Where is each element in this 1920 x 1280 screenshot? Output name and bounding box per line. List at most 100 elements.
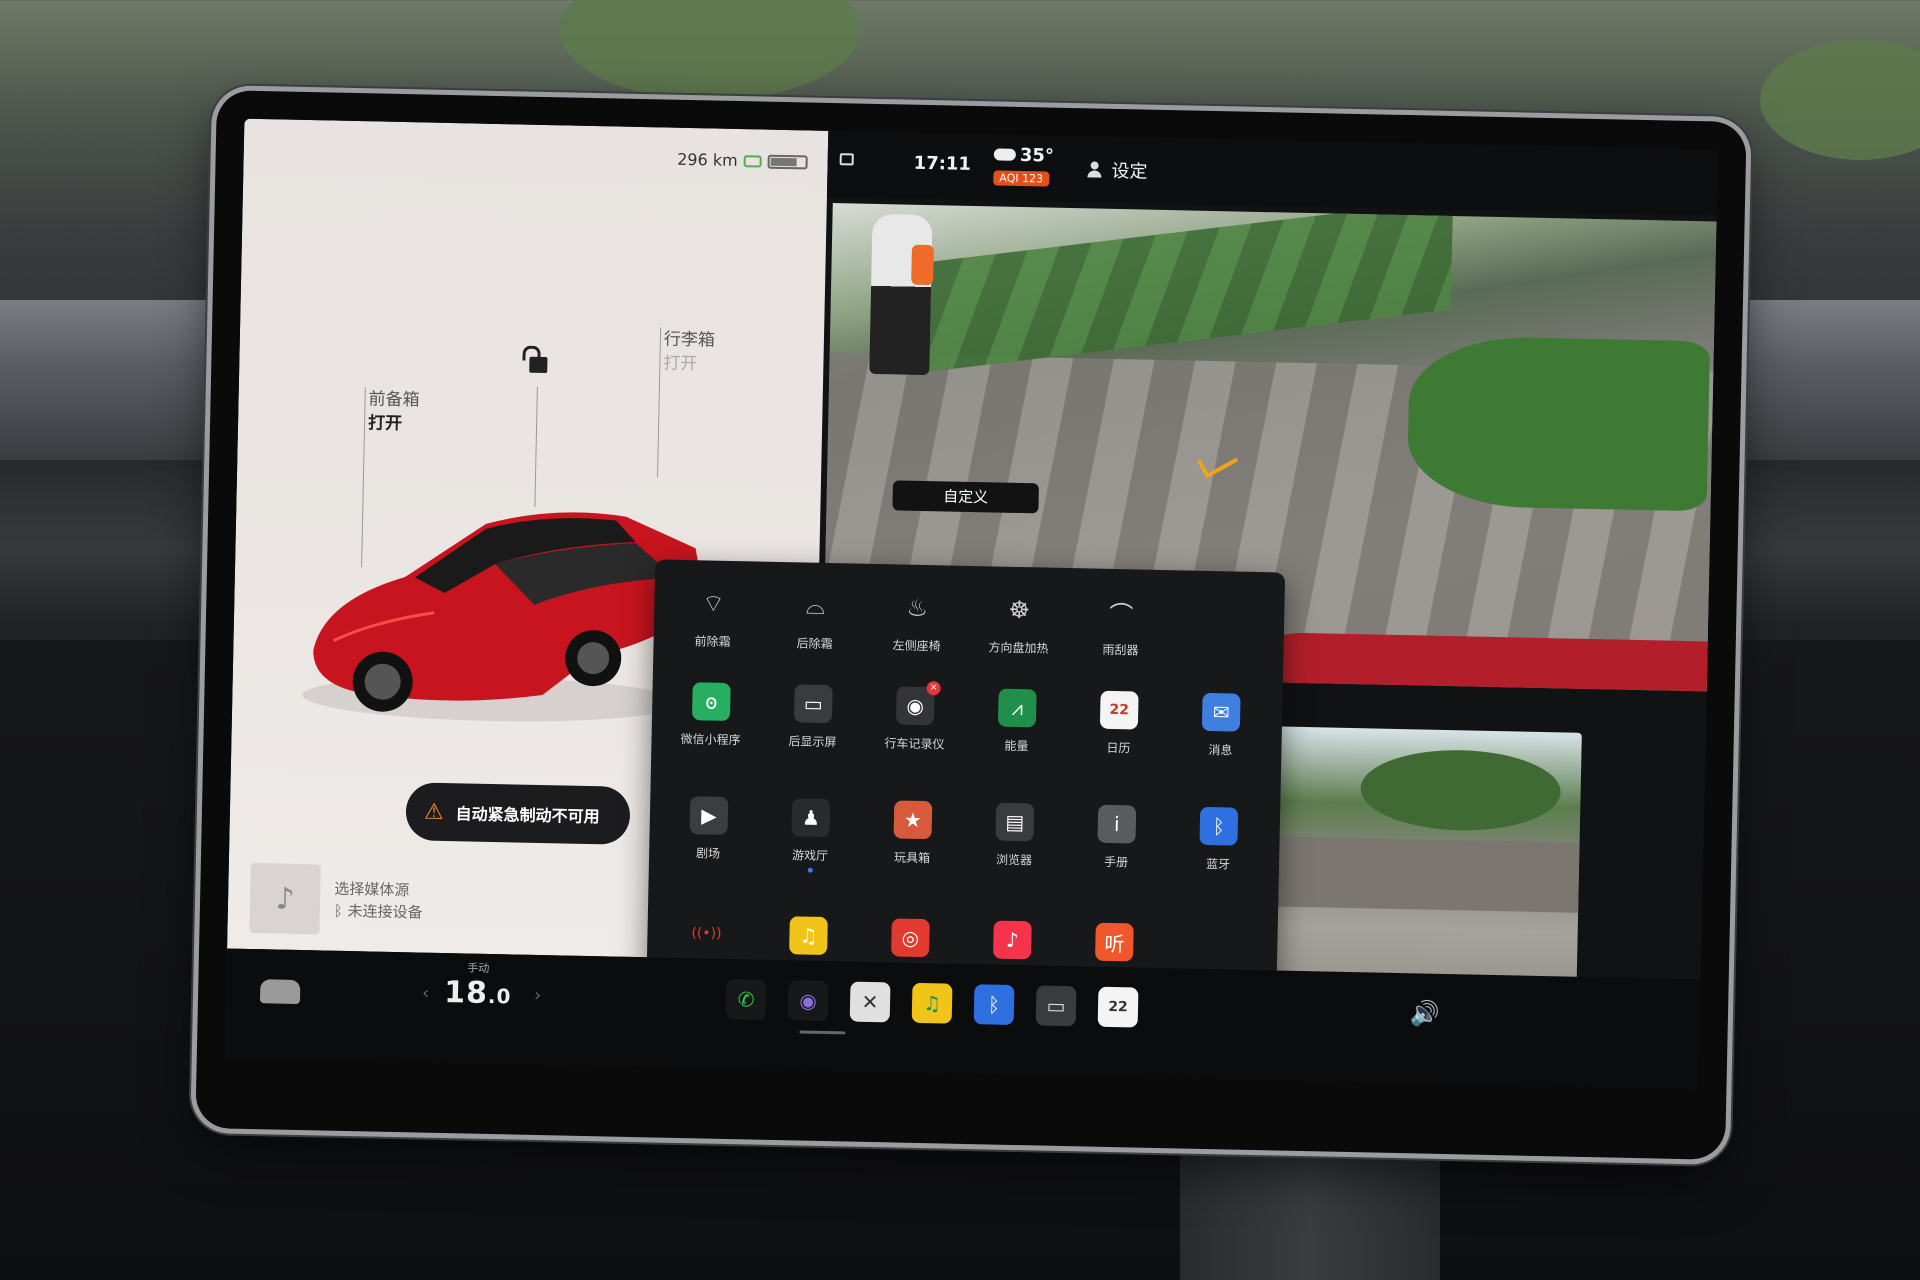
- launcher-item-calendar[interactable]: 22 日历: [1067, 690, 1170, 757]
- rear-display-icon: ▭: [793, 684, 833, 724]
- netease-music-icon: ◎: [891, 918, 930, 958]
- wiper-icon: ⌒: [1108, 600, 1134, 629]
- launcher-item-wiper[interactable]: ⌒ 雨刮器: [1069, 592, 1172, 659]
- launcher-item-label: 剧场: [695, 846, 721, 861]
- launcher-item-theater[interactable]: ▶ 剧场: [657, 795, 761, 871]
- camera-wall: [1238, 835, 1580, 913]
- weather[interactable]: 35° AQI 123: [993, 144, 1054, 187]
- battery-icon: [767, 154, 808, 169]
- dock-rear-display-icon[interactable]: ▭: [1035, 985, 1077, 1027]
- launcher-item-label: 能量: [1004, 738, 1029, 754]
- camera-hedge-wall: [929, 203, 1454, 372]
- launcher-item-label: 玩具箱: [893, 850, 931, 866]
- apps-row: ꙩ 微信小程序 ▭ 后显示屏 ◉ × 行车记录仪 ⩘ 能量 22 日历 ✉ 消息: [659, 681, 1274, 760]
- trunk-leader-line: [657, 327, 662, 478]
- launcher-item-wechat-miniprogram[interactable]: ꙩ 微信小程序: [659, 682, 762, 749]
- launcher-item-label: 后显示屏: [788, 734, 837, 750]
- dock-qq-music-icon[interactable]: ♫: [911, 982, 953, 1024]
- status-bar: 17:11 35° AQI 123 设定: [826, 130, 1719, 216]
- launcher-item-browser[interactable]: ▤ 浏览器: [963, 802, 1067, 878]
- theater-icon: ▶: [689, 796, 729, 835]
- frunk-open-button[interactable]: 打开: [368, 411, 419, 436]
- camera-pedestrian: [869, 213, 933, 376]
- launcher-item-manual[interactable]: i 手册: [1065, 804, 1169, 880]
- launcher-item-label: 蓝牙: [1205, 856, 1231, 872]
- frunk-control[interactable]: 前备箱 打开: [368, 387, 420, 436]
- launcher-item-seat-heater[interactable]: ♨ 左侧座椅: [865, 588, 968, 655]
- dock-bluetooth-icon[interactable]: ᛒ: [973, 984, 1015, 1025]
- cloud-icon: [993, 148, 1016, 161]
- bluetooth-icon: ᛒ: [1199, 806, 1239, 846]
- camera-car-hood: [1222, 631, 1717, 692]
- launcher-item-label: 雨刮器: [1102, 642, 1139, 658]
- user-icon: [1087, 161, 1101, 177]
- dashcam-icon: ◉ ×: [895, 681, 941, 726]
- media-player[interactable]: ♪ 选择媒体源 ᛒ 未连接设备: [249, 862, 423, 937]
- launcher-item-steering-heat[interactable]: ☸ 方向盘加热: [967, 590, 1070, 657]
- rear-defrost-icon: ⌓: [805, 591, 826, 620]
- radio-icon: ((•)): [687, 914, 726, 953]
- trunk-open-button[interactable]: 打开: [663, 352, 714, 377]
- car-icon[interactable]: [259, 979, 301, 1005]
- launcher-item-dashcam[interactable]: ◉ × 行车记录仪: [863, 681, 966, 753]
- settings-label: 设定: [1111, 160, 1148, 183]
- error-badge-icon: ×: [926, 681, 941, 696]
- temp-decimal: .0: [487, 983, 512, 1009]
- dock-apps: ✆ ◉ ✕ ♫ ᛒ ▭ 22: [725, 978, 1139, 1028]
- launcher-item-label: 前除霜: [694, 634, 731, 649]
- lock-icon[interactable]: [839, 153, 854, 166]
- launcher-item-arcade[interactable]: ♟ 游戏厅: [759, 798, 863, 874]
- arcade-icon: ♟: [791, 798, 831, 838]
- launcher-item-label: 消息: [1208, 743, 1233, 758]
- customize-button[interactable]: 自定义: [892, 480, 1039, 514]
- temp-up-icon[interactable]: ›: [534, 985, 542, 1006]
- unlock-icon[interactable]: [529, 356, 548, 374]
- dock-calendar-icon[interactable]: 22: [1097, 986, 1139, 1028]
- camera-grass: [1406, 335, 1711, 512]
- media-source-label[interactable]: 选择媒体源: [334, 878, 423, 902]
- aeb-warning-button[interactable]: ⚠ 自动紧急制动不可用: [405, 782, 631, 845]
- launcher-item-label: 手册: [1103, 854, 1129, 870]
- profile-settings[interactable]: 设定: [1087, 156, 1148, 183]
- background-tree: [560, 0, 860, 100]
- camera-view-secondary[interactable]: [1236, 725, 1582, 983]
- launcher-item-energy[interactable]: ⩘ 能量: [965, 688, 1068, 755]
- launcher-item-toybox[interactable]: ★ 玩具箱: [861, 800, 965, 876]
- climate-controls-row: ⌔ 前除霜 ⌓ 后除霜 ♨ 左侧座椅 ☸ 方向盘加热 ⌒ 雨刮器: [661, 584, 1276, 662]
- launcher-item-label: 行车记录仪: [884, 736, 945, 752]
- battery-range: 296 km: [677, 150, 808, 172]
- ximalaya-icon: 听: [1094, 922, 1134, 962]
- launcher-item-bluetooth[interactable]: ᛒ 蓝牙: [1167, 806, 1271, 882]
- launcher-item-messages[interactable]: ✉ 消息: [1169, 692, 1272, 759]
- bluetooth-small-icon: ᛒ: [333, 901, 348, 921]
- dock-active-indicator: [799, 1030, 846, 1035]
- apps-row: ▶ 剧场 ♟ 游戏厅 ★ 玩具箱 ▤ 浏览器 i 手册 ᛒ 蓝牙: [657, 795, 1272, 882]
- launcher-item-label: 日历: [1106, 740, 1131, 756]
- trunk-control[interactable]: 行李箱 打开: [663, 328, 715, 377]
- aeb-warning-icon: ⚠: [423, 799, 444, 825]
- cabin-temperature[interactable]: 手动 18.0: [444, 959, 512, 1011]
- launcher-item-label: 微信小程序: [680, 731, 741, 748]
- launcher-item-rear-defrost[interactable]: ⌓ 后除霜: [763, 586, 866, 653]
- toybox-icon: ★: [893, 800, 933, 840]
- messages-icon: ✉: [1201, 692, 1241, 732]
- browser-icon: ▤: [995, 802, 1035, 842]
- temp-down-icon[interactable]: ‹: [422, 983, 430, 1004]
- clock: 17:11: [913, 152, 972, 175]
- trunk-label: 行李箱: [663, 329, 716, 351]
- touchscreen: 296 km 前备箱 打开 行李箱 打开 ⚠ 自动紧急制动不可用 ♪ 选择媒体源…: [224, 118, 1719, 1090]
- volume-icon[interactable]: 🔊: [1410, 999, 1440, 1028]
- manual-icon: i: [1097, 804, 1137, 844]
- launcher-item-label: 浏览器: [995, 852, 1033, 868]
- launcher-item-label: 左侧座椅: [892, 638, 941, 654]
- launcher-item-rear-display[interactable]: ▭ 后显示屏: [761, 684, 864, 751]
- front-defrost-icon: ⌔: [701, 589, 725, 618]
- apple-music-icon: ♪: [993, 920, 1032, 960]
- launcher-item-front-defrost[interactable]: ⌔ 前除霜: [661, 584, 764, 651]
- dock-phone-icon[interactable]: ✆: [725, 978, 767, 1020]
- camera-trees: [1359, 748, 1562, 833]
- dock-camera-icon[interactable]: ◉: [787, 980, 829, 1022]
- temp-value: 18: [443, 975, 489, 1011]
- dock-close-app-icon[interactable]: ✕: [849, 981, 891, 1023]
- notification-dot: [807, 867, 813, 873]
